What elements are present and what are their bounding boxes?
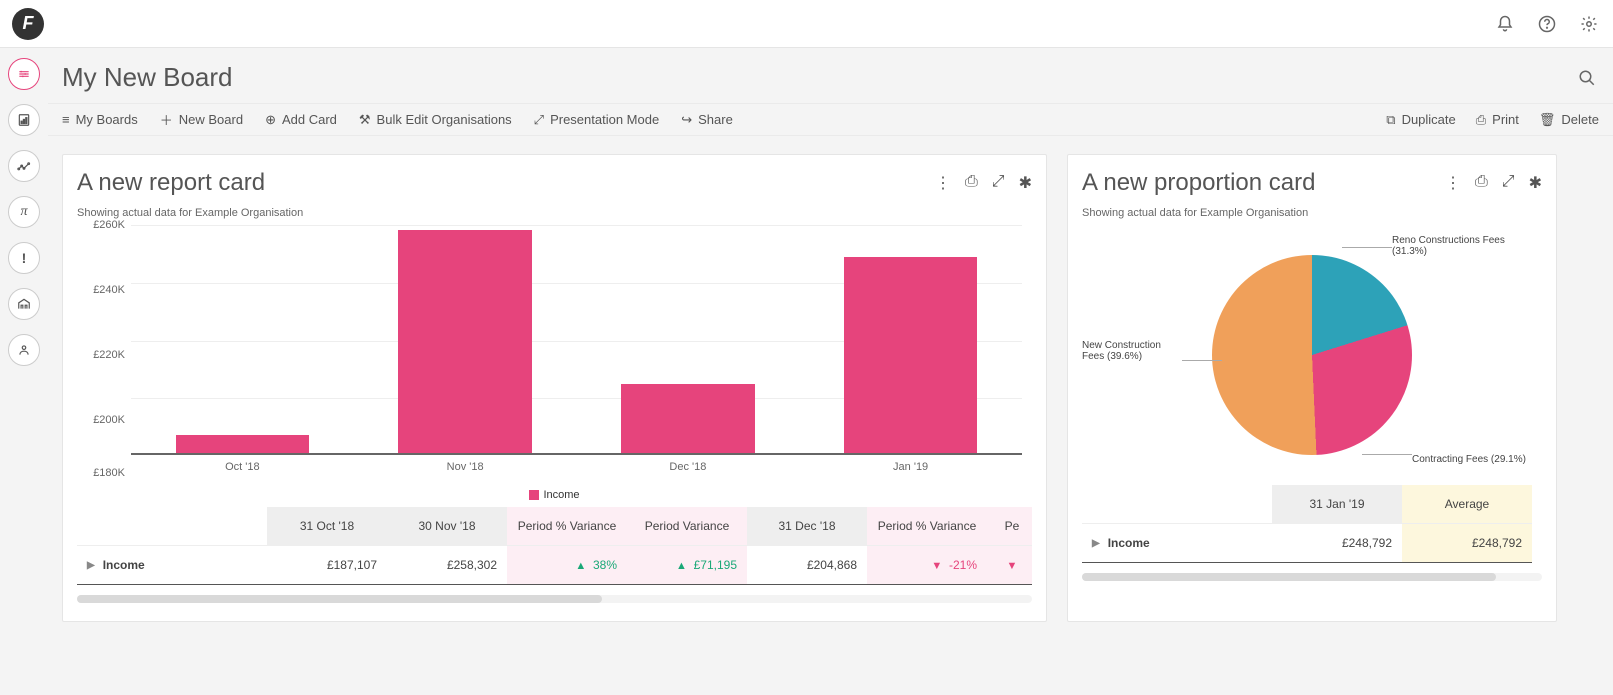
pie-chart: Reno Constructions Fees (31.3%) Contract… (1082, 225, 1542, 485)
table-header: Pe (987, 507, 1032, 545)
y-tick: £240K (77, 284, 125, 296)
y-tick: £200K (77, 414, 125, 426)
card-title: A new proportion card (1082, 169, 1315, 197)
triangle-up-icon: ▲ (676, 560, 687, 572)
table-header: 30 Nov '18 (387, 507, 507, 545)
table-cell: ▼ -21% (867, 545, 987, 585)
pie-label: Reno Constructions Fees (31.3%) (1392, 235, 1542, 257)
card-print-icon[interactable]: ⎙ (1475, 173, 1488, 193)
page-title: My New Board (62, 62, 233, 93)
table-header: 31 Dec '18 (747, 507, 867, 545)
sidebar-reports-icon[interactable] (8, 104, 40, 136)
table-header: Period % Variance (867, 507, 987, 545)
row-label[interactable]: ▶Income (77, 545, 267, 585)
sidebar-formulas-icon[interactable]: π (8, 196, 40, 228)
x-tick: Nov '18 (354, 461, 577, 473)
triangle-down-icon: ▼ (1007, 560, 1018, 572)
table-cell: ▲ £71,195 (627, 545, 747, 585)
card-menu-icon[interactable]: ⋮ (935, 173, 951, 193)
search-icon[interactable] (1575, 66, 1599, 90)
table-cell: £187,107 (267, 545, 387, 585)
settings-icon[interactable] (1577, 12, 1601, 36)
print-button[interactable]: ⎙Print (1476, 112, 1519, 128)
x-tick: Jan '19 (799, 461, 1022, 473)
triangle-down-icon: ▼ (931, 560, 942, 572)
bar (799, 225, 1022, 455)
bar-chart: £260K £240K £220K £200K £180K Oct '18Nov… (77, 225, 1032, 485)
card-subtitle: Showing actual data for Example Organisa… (77, 207, 1032, 219)
y-tick: £180K (77, 467, 125, 479)
table-header: Period % Variance (507, 507, 627, 545)
sidebar-alerts-icon[interactable]: ! (8, 242, 40, 274)
chart-legend: Income (77, 489, 1032, 501)
my-boards-link[interactable]: ≡My Boards (62, 112, 138, 127)
pie-label: Contracting Fees (29.1%) (1412, 454, 1542, 465)
help-icon[interactable] (1535, 12, 1559, 36)
card-settings-icon[interactable]: ✱ (1529, 173, 1542, 193)
table-cell: £248,792 (1402, 523, 1532, 563)
report-card: A new report card ⋮ ⎙ ⤢ ✱ Showing actual… (62, 154, 1047, 622)
sitemap-icon: ⚒ (359, 112, 371, 128)
report-table: 31 Oct '18 30 Nov '18 Period % Variance … (77, 507, 1032, 585)
table-header: 31 Jan '19 (1272, 485, 1402, 523)
table-header: 31 Oct '18 (267, 507, 387, 545)
card-menu-icon[interactable]: ⋮ (1445, 173, 1461, 193)
page-header: My New Board (48, 48, 1613, 103)
bar (131, 225, 354, 455)
sidebar-users-icon[interactable] (8, 334, 40, 366)
new-board-button[interactable]: ＋New Board (160, 110, 243, 129)
horizontal-scrollbar[interactable] (77, 595, 1032, 603)
triangle-up-icon: ▲ (575, 560, 586, 572)
expand-caret-icon[interactable]: ▶ (87, 560, 95, 571)
table-header: Period Variance (627, 507, 747, 545)
card-expand-icon[interactable]: ⤢ (1502, 173, 1515, 193)
row-label[interactable]: ▶Income (1082, 523, 1272, 563)
y-tick: £220K (77, 349, 125, 361)
y-tick: £260K (77, 219, 125, 231)
table-cell: ▼ (987, 545, 1032, 585)
sidebar: π ! (0, 48, 48, 640)
expand-caret-icon[interactable]: ▶ (1092, 538, 1100, 549)
card-expand-icon[interactable]: ⤢ (992, 173, 1005, 193)
proportion-card: A new proportion card ⋮ ⎙ ⤢ ✱ Showing ac… (1067, 154, 1557, 622)
bar (577, 225, 800, 455)
table-cell: ▲ 38% (507, 545, 627, 585)
add-card-button[interactable]: ⊕Add Card (265, 112, 337, 128)
presentation-mode-button[interactable]: ⤢Presentation Mode (534, 112, 660, 128)
bulk-edit-button[interactable]: ⚒Bulk Edit Organisations (359, 112, 512, 128)
x-tick: Dec '18 (577, 461, 800, 473)
sidebar-boards-icon[interactable] (8, 58, 40, 90)
bar (354, 225, 577, 455)
share-button[interactable]: ↪Share (681, 112, 733, 128)
notifications-icon[interactable] (1493, 12, 1517, 36)
table-cell: £204,868 (747, 545, 867, 585)
sidebar-analytics-icon[interactable] (8, 150, 40, 182)
sidebar-organisations-icon[interactable] (8, 288, 40, 320)
table-header: Average (1402, 485, 1532, 523)
card-subtitle: Showing actual data for Example Organisa… (1082, 207, 1542, 219)
toolbar: ≡My Boards ＋New Board ⊕Add Card ⚒Bulk Ed… (48, 103, 1613, 136)
delete-button[interactable]: 🗑Delete (1539, 112, 1599, 128)
pie-label: New Construction Fees (39.6%) (1082, 340, 1182, 362)
table-cell: £248,792 (1272, 523, 1402, 563)
table-cell: £258,302 (387, 545, 507, 585)
proportion-table: 31 Jan '19 Average ▶Income £248,792 £248… (1082, 485, 1542, 563)
card-print-icon[interactable]: ⎙ (965, 173, 978, 193)
duplicate-button[interactable]: ⧉Duplicate (1386, 112, 1456, 128)
card-settings-icon[interactable]: ✱ (1019, 173, 1032, 193)
app-logo[interactable]: F (12, 8, 44, 40)
card-title: A new report card (77, 169, 265, 197)
horizontal-scrollbar[interactable] (1082, 573, 1542, 581)
top-bar: F (0, 0, 1613, 48)
legend-swatch (529, 490, 539, 500)
x-tick: Oct '18 (131, 461, 354, 473)
